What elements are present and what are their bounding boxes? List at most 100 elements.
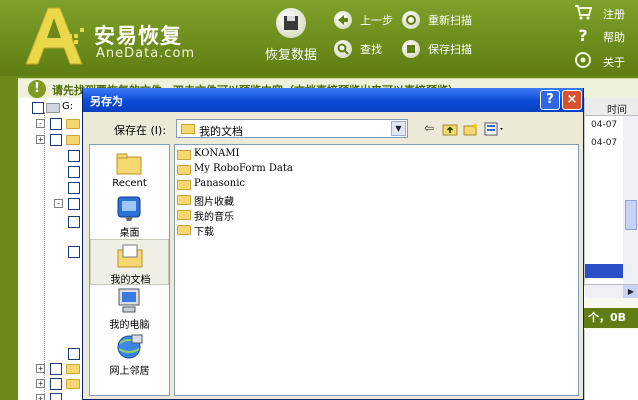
scrollbar-thumb[interactable]: [625, 200, 637, 230]
tree-checkbox[interactable]: [50, 118, 62, 130]
tree-checkbox[interactable]: [50, 134, 62, 146]
file-details-list[interactable]: 时间 04-07 04-07 ▶: [584, 98, 638, 298]
folder-icon: [66, 379, 80, 389]
folder-icon: [177, 225, 191, 235]
folder-name: 图片收藏: [194, 197, 234, 208]
tree-expander[interactable]: +: [36, 135, 45, 144]
save-in-select[interactable]: 我的文档 ▼: [176, 119, 408, 138]
question-icon: ?: [578, 26, 588, 45]
tree-checkbox[interactable]: [32, 102, 44, 114]
tree-expander[interactable]: -: [36, 119, 45, 128]
view-menu-icon[interactable]: [483, 120, 507, 137]
prev-step-button[interactable]: 上一步: [334, 10, 394, 30]
dialog-close-button[interactable]: ×: [562, 90, 582, 110]
column-header-label: 时间: [607, 105, 627, 116]
folder-name: Panasonic: [194, 178, 246, 189]
save-in-label: 保存在 (I):: [114, 124, 167, 137]
cart-icon: [574, 3, 593, 21]
register-link[interactable]: 注册: [574, 3, 630, 25]
save-as-dialog: 另存为 ? × 保存在 (I): 我的文档 ▼ ⇦ Recent 桌面 我的文档: [82, 88, 584, 400]
scroll-right-arrow-icon[interactable]: ▶: [623, 285, 638, 298]
place-label: 网上邻居: [109, 366, 150, 377]
horizontal-scrollbar[interactable]: ▶: [585, 284, 638, 298]
tree-expander[interactable]: -: [54, 199, 63, 208]
tree-row-drive[interactable]: G:: [20, 101, 90, 115]
refresh-icon: [402, 11, 420, 29]
place-label: Recent: [112, 178, 147, 189]
find-label: 查找: [360, 43, 382, 56]
rescan-button[interactable]: 重新扫描: [402, 10, 474, 30]
folder-item[interactable]: Panasonic: [177, 177, 327, 192]
register-label: 注册: [603, 8, 625, 21]
folder-icon: [177, 210, 191, 220]
up-folder-icon[interactable]: [441, 120, 459, 137]
folder-item[interactable]: 我的音乐: [177, 207, 327, 223]
place-label: 我的文档: [110, 275, 151, 286]
save-scan-label: 保存扫描: [428, 43, 472, 56]
back-arrow-icon[interactable]: ⇦: [420, 120, 438, 137]
dialog-help-button[interactable]: ?: [540, 90, 560, 110]
folder-item[interactable]: 图片收藏: [177, 192, 327, 208]
tree-checkbox[interactable]: [68, 216, 80, 228]
selected-row[interactable]: [585, 264, 623, 278]
place-desktop[interactable]: 桌面: [90, 193, 169, 239]
tree-checkbox[interactable]: [68, 182, 80, 194]
save-scan-icon: [402, 40, 420, 58]
place-my-computer[interactable]: 我的电脑: [90, 285, 169, 331]
save-in-value: 我的文档: [199, 125, 243, 138]
tree-checkbox[interactable]: [68, 150, 80, 162]
folder-name: KONAMI: [194, 148, 240, 159]
new-folder-icon[interactable]: [462, 120, 480, 137]
dialog-title: 另存为: [90, 95, 123, 108]
folder-icon: [66, 119, 80, 129]
place-label: 我的电脑: [109, 320, 150, 331]
about-label: 关于: [603, 56, 625, 69]
back-arrow-icon: [334, 11, 352, 29]
tree-guide-line: [44, 112, 45, 400]
folder-icon: [66, 135, 80, 145]
recent-folder-icon: [116, 153, 142, 175]
folder-item[interactable]: My RoboForm Data: [177, 162, 327, 177]
find-button[interactable]: 查找: [334, 39, 394, 59]
about-link[interactable]: 关于: [574, 51, 630, 73]
places-bar: Recent 桌面 我的文档 我的电脑 网上邻居: [89, 144, 170, 396]
tree-expander[interactable]: +: [36, 364, 45, 373]
info-icon: !: [28, 80, 46, 98]
vertical-scrollbar[interactable]: [623, 116, 638, 286]
about-icon: [574, 51, 592, 69]
folder-item[interactable]: KONAMI: [177, 147, 327, 162]
chevron-down-icon[interactable]: ▼: [391, 121, 406, 136]
folder-tree[interactable]: G: - + - + + +: [18, 98, 90, 400]
folder-icon: [177, 180, 191, 190]
preview-panel: [584, 330, 638, 400]
folder-name: 下载: [194, 227, 214, 238]
desktop-icon: [117, 196, 141, 221]
tree-expander[interactable]: +: [36, 379, 45, 388]
prev-step-label: 上一步: [360, 14, 393, 27]
tree-checkbox[interactable]: [50, 378, 62, 390]
save-scan-button[interactable]: 保存扫描: [402, 39, 474, 59]
tree-checkbox[interactable]: [68, 348, 80, 360]
tree-checkbox[interactable]: [50, 363, 62, 375]
tree-checkbox[interactable]: [68, 246, 80, 258]
folder-icon: [66, 364, 80, 374]
place-network[interactable]: 网上邻居: [90, 331, 169, 377]
help-link[interactable]: ? 帮助: [574, 26, 630, 48]
folder-item[interactable]: 下载: [177, 222, 327, 238]
tree-checkbox[interactable]: [50, 393, 62, 400]
recover-data-button[interactable]: 恢复数据: [258, 8, 324, 64]
tree-checkbox[interactable]: [68, 166, 80, 178]
rescan-label: 重新扫描: [428, 14, 472, 27]
dialog-title-bar[interactable]: 另存为 ? ×: [83, 88, 583, 112]
tree-checkbox[interactable]: [68, 198, 80, 210]
file-list[interactable]: KONAMI My RoboForm Data Panasonic 图片收藏 我…: [174, 144, 579, 396]
network-places-icon: [117, 334, 143, 359]
place-recent[interactable]: Recent: [90, 147, 169, 193]
place-my-documents[interactable]: 我的文档: [90, 239, 169, 286]
app-header: 安易恢复 AneData.com 恢复数据 上一步 重新扫描 查找 保存扫描 注…: [0, 0, 638, 76]
app-domain: AneData.com: [96, 46, 196, 61]
date-cell: 04-07: [591, 138, 618, 148]
tree-expander[interactable]: +: [36, 394, 45, 400]
column-header-time[interactable]: 时间: [585, 98, 638, 116]
folder-icon: [177, 195, 191, 205]
